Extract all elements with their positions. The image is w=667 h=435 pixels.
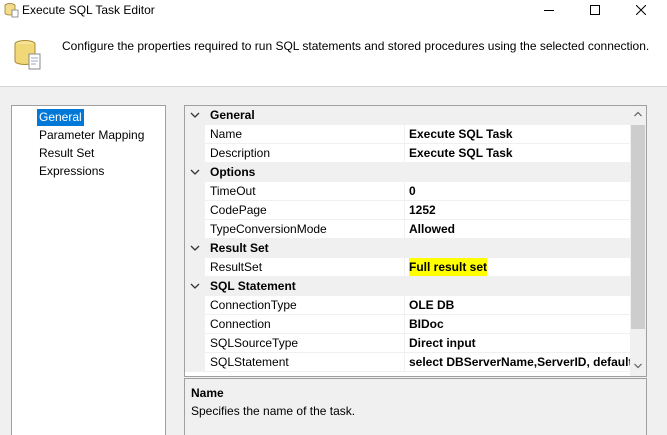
property-name: SQLStatement — [210, 355, 289, 369]
category-label: Result Set — [210, 241, 269, 255]
app-icon — [4, 3, 19, 18]
window-title: Execute SQL Task Editor — [22, 3, 155, 17]
chevron-down-icon[interactable] — [190, 242, 200, 254]
property-name: Connection — [210, 317, 271, 331]
title-bar: Execute SQL Task Editor — [0, 0, 667, 20]
description-text: Specifies the name of the task. — [191, 404, 356, 418]
property-row-connectiontype[interactable]: ConnectionType OLE DB — [185, 296, 630, 315]
category-label: General — [210, 108, 255, 122]
property-name: ConnectionType — [210, 298, 297, 312]
category-result-set[interactable]: Result Set — [185, 239, 630, 258]
task-icon — [14, 40, 41, 70]
property-row-description[interactable]: Description Execute SQL Task — [185, 144, 630, 163]
nav-item-parameter-mapping[interactable]: Parameter Mapping — [37, 127, 146, 144]
property-name: ResultSet — [210, 260, 263, 274]
page-navigation: General Parameter Mapping Result Set Exp… — [11, 105, 166, 435]
property-value[interactable]: 0 — [409, 182, 416, 200]
property-row-name[interactable]: Name Execute SQL Task — [185, 125, 630, 144]
scrollbar-thumb[interactable] — [631, 125, 645, 329]
maximize-button[interactable] — [572, 0, 618, 20]
property-name: TimeOut — [210, 184, 256, 198]
property-row-sqlstatement[interactable]: SQLStatement select DBServerName,ServerI… — [185, 353, 630, 372]
property-value[interactable]: Direct input — [409, 334, 476, 352]
category-sql-statement[interactable]: SQL Statement — [185, 277, 630, 296]
category-label: Options — [210, 165, 256, 179]
scroll-down-icon[interactable] — [634, 363, 642, 369]
scroll-up-icon[interactable] — [634, 111, 642, 117]
chevron-down-icon[interactable] — [190, 109, 200, 121]
property-description-pane: Name Specifies the name of the task. — [184, 378, 647, 435]
category-options[interactable]: Options — [185, 163, 630, 182]
description-title: Name — [191, 386, 224, 400]
property-value[interactable]: Execute SQL Task — [409, 144, 513, 162]
editor-header: Configure the properties required to run… — [0, 20, 667, 87]
nav-item-general[interactable]: General — [37, 109, 84, 126]
nav-item-result-set[interactable]: Result Set — [37, 145, 96, 162]
property-name: SQLSourceType — [210, 336, 299, 350]
property-row-typeconversionmode[interactable]: TypeConversionMode Allowed — [185, 220, 630, 239]
property-name: TypeConversionMode — [210, 222, 327, 236]
chevron-down-icon[interactable] — [190, 166, 200, 178]
category-label: SQL Statement — [210, 279, 296, 293]
property-name: Description — [210, 146, 271, 160]
minimize-icon — [544, 10, 554, 11]
property-row-resultset[interactable]: ResultSet Full result set — [185, 258, 630, 277]
property-value[interactable]: Allowed — [409, 220, 455, 238]
property-value[interactable]: 1252 — [409, 201, 436, 219]
close-button[interactable] — [618, 0, 664, 20]
property-value[interactable]: select DBServerName,ServerID, default — [409, 353, 630, 371]
property-name: Name — [210, 127, 243, 141]
category-general[interactable]: General — [185, 106, 630, 125]
property-row-connection[interactable]: Connection BIDoc — [185, 315, 630, 334]
close-icon — [636, 5, 646, 15]
nav-item-expressions[interactable]: Expressions — [37, 163, 106, 180]
maximize-icon — [590, 5, 600, 15]
property-value[interactable]: BIDoc — [409, 315, 444, 333]
property-value[interactable]: Execute SQL Task — [409, 125, 513, 143]
property-grid-scrollbar[interactable] — [630, 106, 646, 376]
minimize-button[interactable] — [526, 0, 572, 20]
property-value-highlighted[interactable]: Full result set — [409, 258, 488, 276]
property-grid: General Name Execute SQL Task Descriptio… — [184, 105, 647, 377]
chevron-down-icon[interactable] — [190, 280, 200, 292]
property-row-sqlsourcetype[interactable]: SQLSourceType Direct input — [185, 334, 630, 353]
property-row-timeout[interactable]: TimeOut 0 — [185, 182, 630, 201]
property-value[interactable]: OLE DB — [409, 296, 454, 314]
property-name: CodePage — [210, 203, 267, 217]
property-row-codepage[interactable]: CodePage 1252 — [185, 201, 630, 220]
header-description: Configure the properties required to run… — [62, 39, 650, 53]
